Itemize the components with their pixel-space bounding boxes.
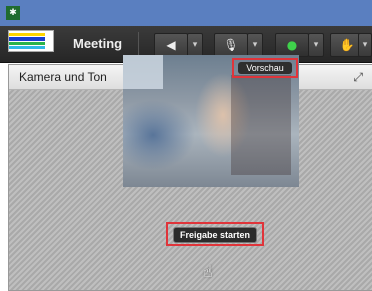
microphone-options-caret[interactable]: ▾: [247, 33, 263, 57]
speaker-button[interactable]: ◀: [154, 33, 188, 57]
expand-icon[interactable]: ⤢: [353, 70, 363, 85]
hand-cursor-icon: ☝: [203, 262, 213, 281]
preview-button[interactable]: Vorschau: [232, 58, 298, 78]
start-sharing-label: Freigabe starten: [173, 227, 257, 243]
video-person-shadow: [231, 75, 291, 175]
webcam-options-caret[interactable]: ▾: [308, 33, 324, 57]
webcam-icon: ●: [286, 38, 298, 52]
start-sharing-button[interactable]: Freigabe starten: [166, 222, 264, 246]
raise-hand-options-caret[interactable]: ▾: [358, 33, 372, 57]
title-strip: ✱: [0, 0, 372, 26]
app-icon: ✱: [6, 6, 20, 20]
speaker-options-caret[interactable]: ▾: [187, 33, 203, 57]
raise-hand-icon: ✋: [339, 38, 355, 52]
app-logo: [8, 30, 54, 52]
meeting-menu[interactable]: Meeting: [73, 36, 122, 51]
toolbar-separator: [138, 32, 139, 56]
microphone-icon: 🎙: [223, 38, 239, 52]
pod-title: Kamera und Ton: [19, 70, 107, 84]
speaker-icon: ◀: [166, 38, 176, 52]
video-background-blur: [123, 55, 163, 89]
webcam-button[interactable]: ●: [275, 33, 309, 57]
preview-label: Vorschau: [238, 62, 292, 74]
microphone-button[interactable]: 🎙: [214, 33, 248, 57]
